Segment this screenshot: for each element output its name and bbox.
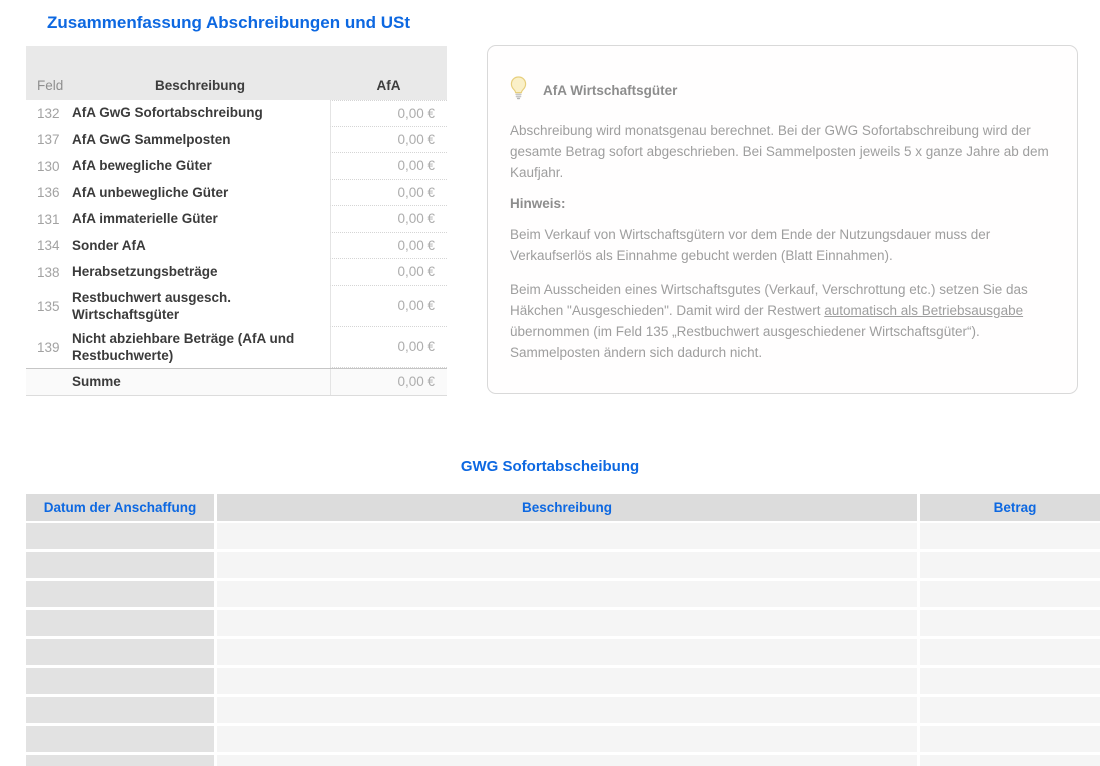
gwg-empty-row (26, 726, 1100, 752)
feld-number: 139 (26, 340, 70, 355)
summary-table-header: Feld Beschreibung AfA (26, 46, 447, 100)
betrag-cell[interactable] (920, 755, 1100, 766)
feld-number: 135 (26, 299, 70, 314)
afa-value-cell[interactable]: 0,00 € (330, 233, 447, 260)
row-description: AfA bewegliche Güter (70, 154, 330, 178)
gwg-empty-row (26, 668, 1100, 694)
row-description: AfA immaterielle Güter (70, 207, 330, 231)
info-paragraph-1: Abschreibung wird monatsgenau berechnet.… (510, 120, 1053, 183)
info-paragraph-2: Beim Verkauf von Wirtschaftsgütern vor d… (510, 224, 1053, 266)
afa-value-cell[interactable]: 0,00 € (330, 127, 447, 154)
betrag-cell[interactable] (920, 639, 1100, 665)
beschreibung-cell[interactable] (217, 523, 917, 549)
column-header-beschreibung: Beschreibung (70, 78, 330, 93)
info-box-title: AfA Wirtschaftsgüter (543, 83, 677, 98)
info-box: AfA Wirtschaftsgüter Abschreibung wird m… (487, 45, 1078, 394)
datum-cell[interactable] (26, 639, 214, 665)
betrag-cell[interactable] (920, 610, 1100, 636)
gwg-empty-row (26, 697, 1100, 723)
table-row: 136AfA unbewegliche Güter0,00 € (26, 180, 447, 207)
beschreibung-cell[interactable] (217, 755, 917, 766)
gwg-title: GWG Sofortabscheibung (0, 458, 1100, 475)
gwg-empty-row (26, 552, 1100, 578)
column-header-afa: AfA (330, 78, 447, 93)
gwg-empty-row (26, 610, 1100, 636)
gwg-table-header: Datum der Anschaffung Beschreibung Betra… (26, 494, 1100, 521)
gwg-empty-row (26, 755, 1100, 766)
beschreibung-cell[interactable] (217, 639, 917, 665)
feld-number: 138 (26, 265, 70, 280)
datum-cell[interactable] (26, 610, 214, 636)
info-hinweis-label: Hinweis: (510, 196, 1053, 211)
betrag-cell[interactable] (920, 552, 1100, 578)
summary-total-row: Summe 0,00 € (26, 368, 447, 396)
gwg-table-body (26, 523, 1100, 766)
beschreibung-cell[interactable] (217, 697, 917, 723)
gwg-table: Datum der Anschaffung Beschreibung Betra… (26, 494, 1100, 766)
datum-cell[interactable] (26, 697, 214, 723)
column-header-feld: Feld (26, 78, 70, 93)
underlined-phrase: automatisch als Betriebsausgabe (824, 303, 1023, 318)
beschreibung-cell[interactable] (217, 610, 917, 636)
row-description: Nicht abziehbare Beträge (AfA und Restbu… (70, 327, 330, 368)
column-header-datum: Datum der Anschaffung (26, 494, 214, 521)
afa-value-cell[interactable]: 0,00 € (330, 286, 447, 327)
afa-value-cell[interactable]: 0,00 € (330, 206, 447, 233)
beschreibung-cell[interactable] (217, 552, 917, 578)
summary-table-body: 132AfA GwG Sofortabschreibung0,00 €137Af… (26, 100, 447, 368)
feld-number: 134 (26, 238, 70, 253)
table-row: 130AfA bewegliche Güter0,00 € (26, 153, 447, 180)
datum-cell[interactable] (26, 552, 214, 578)
afa-value-cell[interactable]: 0,00 € (330, 259, 447, 286)
total-label: Summe (70, 370, 330, 394)
betrag-cell[interactable] (920, 697, 1100, 723)
datum-cell[interactable] (26, 755, 214, 766)
lightbulb-icon (510, 76, 527, 105)
betrag-cell[interactable] (920, 668, 1100, 694)
row-description: AfA GwG Sammelposten (70, 128, 330, 152)
column-header-betrag: Betrag (920, 494, 1100, 521)
betrag-cell[interactable] (920, 523, 1100, 549)
feld-number: 131 (26, 212, 70, 227)
table-row: 135Restbuchwert ausgesch. Wirtschaftsgüt… (26, 286, 447, 327)
afa-value-cell[interactable]: 0,00 € (330, 153, 447, 180)
feld-number: 137 (26, 132, 70, 147)
table-row: 131AfA immaterielle Güter0,00 € (26, 206, 447, 233)
summary-title: Zusammenfassung Abschreibungen und USt (47, 13, 410, 33)
column-header-gwg-beschreibung: Beschreibung (217, 494, 917, 521)
table-row: 138Herabsetzungsbeträge0,00 € (26, 259, 447, 286)
datum-cell[interactable] (26, 523, 214, 549)
beschreibung-cell[interactable] (217, 581, 917, 607)
gwg-empty-row (26, 581, 1100, 607)
table-row: 132AfA GwG Sofortabschreibung0,00 € (26, 100, 447, 127)
spreadsheet-page: Zusammenfassung Abschreibungen und USt F… (0, 0, 1100, 766)
datum-cell[interactable] (26, 726, 214, 752)
total-value-cell[interactable]: 0,00 € (330, 369, 447, 395)
afa-value-cell[interactable]: 0,00 € (330, 100, 447, 127)
afa-value-cell[interactable]: 0,00 € (330, 180, 447, 207)
info-box-header: AfA Wirtschaftsgüter (510, 76, 1053, 105)
afa-value-cell[interactable]: 0,00 € (330, 327, 447, 368)
beschreibung-cell[interactable] (217, 726, 917, 752)
betrag-cell[interactable] (920, 726, 1100, 752)
row-description: AfA unbewegliche Güter (70, 181, 330, 205)
gwg-empty-row (26, 523, 1100, 549)
feld-number: 136 (26, 185, 70, 200)
row-description: Sonder AfA (70, 234, 330, 258)
beschreibung-cell[interactable] (217, 668, 917, 694)
summary-table: Feld Beschreibung AfA 132AfA GwG Soforta… (26, 46, 447, 396)
table-row: 139Nicht abziehbare Beträge (AfA und Res… (26, 327, 447, 368)
feld-number: 132 (26, 106, 70, 121)
table-row: 134Sonder AfA0,00 € (26, 233, 447, 260)
datum-cell[interactable] (26, 668, 214, 694)
gwg-empty-row (26, 639, 1100, 665)
info-paragraph-3: Beim Ausscheiden eines Wirtschaftsgutes … (510, 279, 1053, 363)
row-description: AfA GwG Sofortabschreibung (70, 101, 330, 125)
datum-cell[interactable] (26, 581, 214, 607)
table-row: 137AfA GwG Sammelposten0,00 € (26, 127, 447, 154)
row-description: Herabsetzungsbeträge (70, 260, 330, 284)
row-description: Restbuchwert ausgesch. Wirtschaftsgüter (70, 286, 330, 327)
betrag-cell[interactable] (920, 581, 1100, 607)
feld-number: 130 (26, 159, 70, 174)
